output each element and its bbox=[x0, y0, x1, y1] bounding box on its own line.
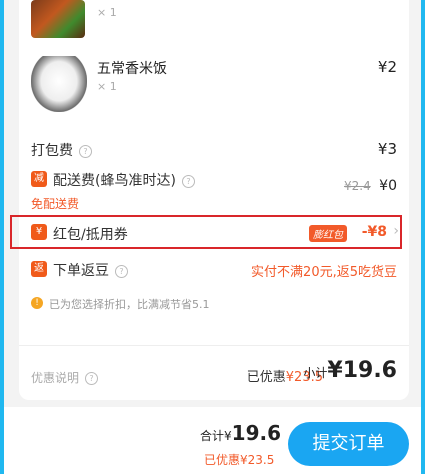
help-icon[interactable]: ? bbox=[181, 174, 195, 188]
dish-quantity: × 1 bbox=[97, 6, 117, 19]
dish-thumbnail bbox=[31, 56, 87, 112]
dish-name: 五常香米饭 bbox=[97, 61, 167, 77]
subtotal-value: ¥19.6 bbox=[327, 358, 397, 383]
order-total: 合计¥19.6 bbox=[200, 421, 282, 445]
discount-help[interactable]: 优惠说明? bbox=[31, 369, 99, 386]
dish-thumbnail bbox=[31, 0, 85, 38]
delivery-old-price: ¥2.4 bbox=[344, 179, 371, 193]
discount-tag-icon: 减 bbox=[31, 171, 47, 187]
packing-fee-label: 打包费? bbox=[31, 140, 92, 160]
dish-quantity: × 1 bbox=[97, 80, 117, 93]
discount-note: 已为您选择折扣，比满减节省5.1 bbox=[49, 298, 210, 311]
help-icon[interactable]: ? bbox=[79, 144, 92, 158]
help-icon[interactable]: ? bbox=[115, 264, 128, 278]
info-icon: ! bbox=[31, 297, 43, 309]
help-icon[interactable]: ? bbox=[85, 372, 99, 385]
order-card: × 1 五常香米饭 × 1 ¥2 打包费? ¥3 减 配送费(蜂鸟准时达)? ¥… bbox=[19, 0, 409, 400]
rebate-text: 实付不满20元,返5吃货豆 bbox=[251, 265, 397, 280]
delivery-new-price: ¥0 bbox=[379, 178, 397, 194]
subtotal: 小计¥19.6 bbox=[303, 358, 397, 383]
dish-price: ¥2 bbox=[377, 58, 397, 76]
total-value: 19.6 bbox=[231, 421, 282, 445]
rebate-tag-icon: 返 bbox=[31, 261, 47, 277]
delivery-fee-label: 配送费(蜂鸟准时达)? bbox=[53, 170, 195, 190]
divider bbox=[19, 345, 409, 346]
free-delivery-note: 免配送费 bbox=[31, 197, 80, 211]
packing-fee-price: ¥3 bbox=[377, 140, 397, 158]
coupon-highlight bbox=[10, 215, 402, 249]
rebate-label: 下单返豆? bbox=[53, 260, 128, 280]
delivery-fee-price: ¥2.4 ¥0 bbox=[344, 178, 397, 194]
submit-order-button[interactable]: 提交订单 bbox=[288, 422, 409, 466]
bottom-saved: 已优惠¥23.5 bbox=[204, 453, 275, 467]
